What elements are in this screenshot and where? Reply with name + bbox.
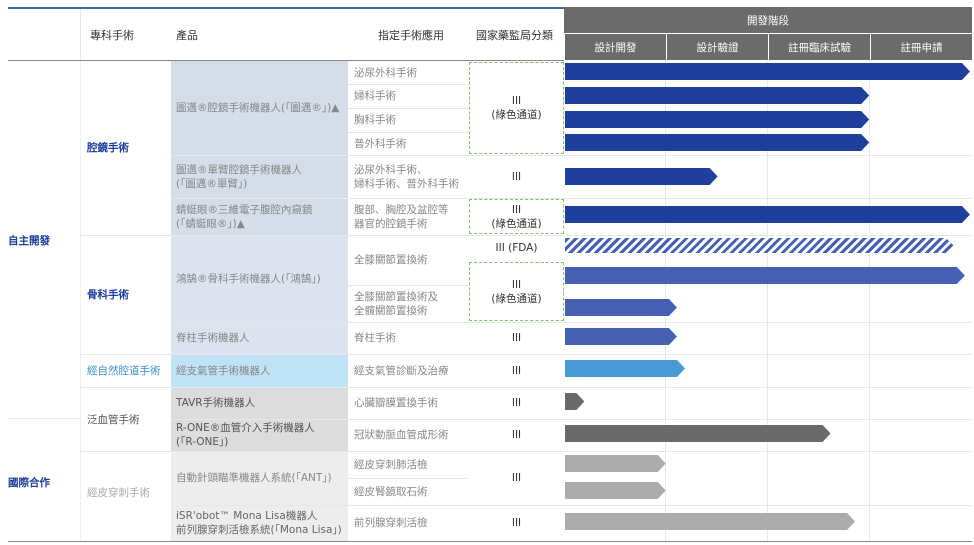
product-r-one: R-ONE®血管介入手術機器人 (「R-ONE」) — [176, 421, 315, 449]
group-intl: 國際合作 — [8, 477, 50, 489]
app-gynecology: 婦科手術 — [354, 90, 396, 102]
header-stage: 開發階段 — [564, 7, 972, 33]
divider — [171, 322, 971, 323]
nmpa-class: III — [511, 364, 522, 377]
progress-bar — [565, 360, 685, 377]
stage-registration: 註冊申請 — [870, 34, 972, 60]
nmpa-line: III — [511, 278, 522, 291]
nmpa-class: III — [511, 170, 522, 183]
product-line: (「圖邁®單臂」) — [176, 177, 248, 190]
specialty-laparo: 腔鏡手術 — [87, 142, 129, 154]
app-line: 器官的腔鏡手術 — [354, 217, 428, 230]
header-application: 指定手術應用 — [378, 29, 444, 42]
app-line: 全髖關節置換術 — [354, 304, 428, 317]
grid-line — [869, 61, 870, 541]
nmpa-line: (綠色通道) — [491, 109, 542, 121]
product-line: iSR'obot™ Mona Lisa機器人 — [176, 510, 318, 522]
progress-bar — [565, 168, 718, 185]
progress-bar — [565, 206, 970, 223]
nmpa-line: III — [511, 95, 522, 107]
product-tavr: TAVR手術機器人 — [176, 397, 256, 409]
progress-bar — [565, 455, 666, 472]
app-line: 全膝關節置換術及 — [354, 290, 438, 303]
app-coronary: 冠狀動脈血管成形術 — [354, 429, 449, 441]
stage-design-verify: 設計驗證 — [666, 34, 768, 60]
app-laparoscopic: 腹部、胸腔及盆腔等 器官的腔鏡手術 — [354, 203, 449, 231]
product-line: 圖邁®單臂腔鏡手術機器人 — [176, 163, 302, 176]
nmpa-class: III — [511, 517, 522, 529]
app-line: 腹部、胸腔及盆腔等 — [354, 203, 449, 216]
header-product: 產品 — [176, 29, 198, 42]
app-spine: 脊柱手術 — [354, 332, 396, 344]
app-line: 泌尿外科手術、 — [354, 163, 428, 176]
progress-bar — [565, 425, 831, 442]
header-nmpa: 國家藥監局分類 — [476, 29, 553, 42]
stage-clinical-trial: 註冊臨床試驗 — [768, 34, 870, 60]
stage-design-dev: 設計開發 — [564, 34, 666, 60]
app-nephro: 經皮腎鏡取石術 — [354, 485, 428, 498]
header-specialty: 專科手術 — [90, 29, 134, 42]
divider — [80, 61, 81, 541]
progress-bar — [565, 111, 869, 128]
app-knee: 全膝關節置換術 — [354, 254, 428, 266]
app-general: 普外科手術 — [354, 137, 407, 150]
specialty-vascular: 泛血管手術 — [87, 414, 140, 426]
bottom-rule — [8, 541, 972, 542]
app-bronchial: 經支氣管診斷及治療 — [354, 364, 449, 377]
product-line: 前列腺穿刺活檢系統(「Mona Lisa」) — [176, 524, 342, 536]
product-ant: 自動針頭瞄準機器人系統(「ANT」) — [176, 472, 332, 484]
pipeline-table: 專科手術 產品 指定手術應用 國家藥監局分類 開發階段 設計開發 設計驗證 註冊… — [0, 0, 974, 545]
product-toumai-single-arm: 圖邁®單臂腔鏡手術機器人 (「圖邁®單臂」) — [176, 163, 302, 191]
nmpa-class: III — [511, 472, 522, 484]
nmpa-class: III — [511, 429, 522, 441]
product-spine: 脊柱手術機器人 — [176, 332, 250, 344]
progress-bar — [565, 393, 584, 410]
product-line: R-ONE®血管介入手術機器人 — [176, 422, 315, 434]
app-urology: 泌尿外科手術 — [354, 66, 417, 79]
progress-bar — [565, 299, 677, 316]
progress-bar — [565, 87, 869, 104]
product-line: (「R-ONE」) — [176, 436, 229, 448]
app-knee-hip: 全膝關節置換術及 全髖關節置換術 — [354, 290, 438, 318]
grid-line — [767, 61, 768, 541]
product-dragonfly-eye: 蜻蜓眼®三維電子腹腔內窺鏡 (「蜻蜓眼®」)▲ — [176, 203, 313, 231]
product-honghu: 鴻鵠®骨科手術機器人(「鴻鵠」) — [176, 272, 321, 285]
progress-bar — [565, 238, 954, 253]
progress-bar — [565, 328, 677, 345]
nmpa-line: (綠色通道) — [491, 217, 542, 230]
app-valve: 心臟瓣膜置換手術 — [354, 397, 438, 409]
app-thoracic: 胸科手術 — [354, 114, 396, 126]
progress-bar — [565, 513, 855, 530]
specialty-ortho: 骨科手術 — [87, 289, 129, 301]
nmpa-class: III — [511, 332, 522, 344]
nmpa-fda: III (FDA) — [495, 241, 538, 254]
divider — [80, 9, 81, 61]
progress-bar — [565, 267, 965, 284]
nmpa-green-channel: III (綠色通道) — [491, 94, 541, 122]
group-self-dev: 自主開發 — [8, 235, 50, 247]
app-line: 婦科手術、普外科手術 — [354, 177, 459, 190]
product-toumai: 圖邁®腔鏡手術機器人(「圖邁®」)▲ — [176, 102, 340, 114]
progress-bar — [565, 134, 869, 151]
app-prostate: 前列腺穿刺活檢 — [354, 517, 428, 529]
product-mona-lisa: iSR'obot™ Mona Lisa機器人前列腺穿刺活檢系統(「Mona Li… — [176, 509, 342, 537]
nmpa-line: III — [511, 203, 522, 216]
app-lung-biopsy: 經皮穿刺肺活檢 — [354, 458, 428, 471]
product-line: (「蜻蜓眼®」)▲ — [176, 217, 245, 230]
app-multi: 泌尿外科手術、 婦科手術、普外科手術 — [354, 163, 459, 191]
specialty-percut: 經皮穿刺手術 — [87, 487, 150, 499]
nmpa-green-channel: III (綠色通道) — [491, 278, 541, 306]
product-line: 蜻蜓眼®三維電子腹腔內窺鏡 — [176, 203, 313, 216]
nmpa-green-channel: III (綠色通道) — [491, 203, 541, 231]
product-bronchial: 經支氣管手術機器人 — [176, 364, 271, 377]
nmpa-class: III — [511, 397, 522, 409]
specialty-natural: 經自然腔道手術 — [87, 365, 161, 377]
progress-bar — [565, 482, 666, 499]
nmpa-line: (綠色通道) — [491, 292, 542, 305]
divider — [8, 418, 80, 419]
progress-bar — [565, 63, 970, 80]
